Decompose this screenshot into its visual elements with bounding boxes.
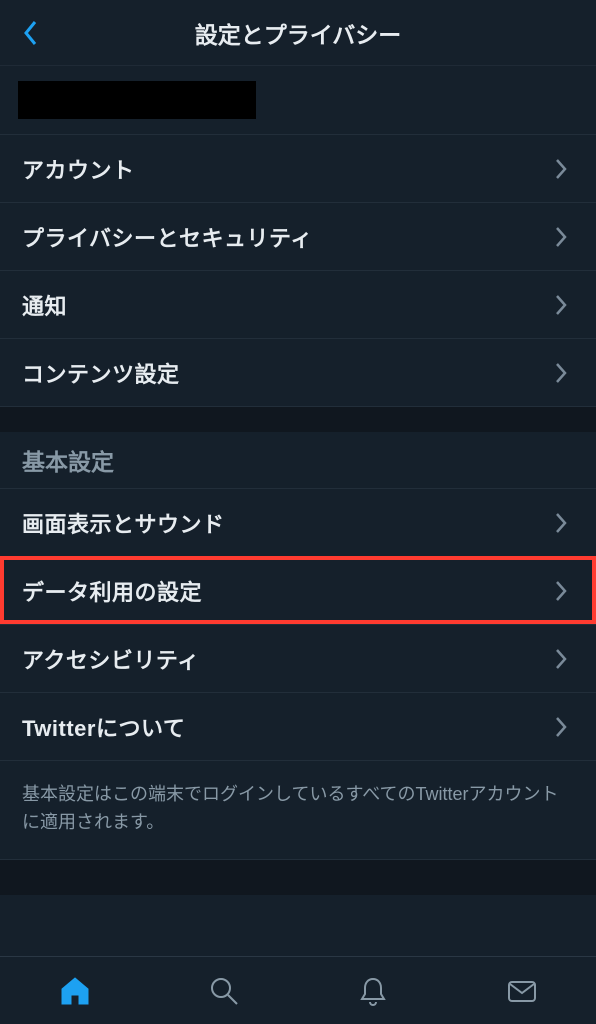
account-handle-redacted	[18, 81, 256, 119]
tab-home[interactable]	[0, 957, 149, 1024]
row-label: アカウント	[22, 153, 135, 185]
content-area: アカウント プライバシーとセキュリティ 通知 コンテンツ設定 基本設定 画面表示…	[0, 66, 596, 956]
row-display-sound[interactable]: 画面表示とサウンド	[0, 488, 596, 556]
chevron-right-icon	[554, 512, 568, 534]
row-label: データ利用の設定	[22, 575, 202, 607]
row-label: プライバシーとセキュリティ	[22, 221, 313, 253]
row-label: 通知	[22, 289, 67, 321]
account-handle-row[interactable]	[0, 66, 596, 134]
chevron-right-icon	[554, 294, 568, 316]
chevron-right-icon	[554, 226, 568, 248]
chevron-right-icon	[554, 362, 568, 384]
row-account[interactable]: アカウント	[0, 134, 596, 202]
chevron-right-icon	[554, 716, 568, 738]
tab-notifications[interactable]	[298, 957, 447, 1024]
mail-icon	[505, 974, 539, 1008]
chevron-left-icon	[22, 19, 40, 47]
row-label: 画面表示とサウンド	[22, 507, 225, 539]
page-title: 設定とプライバシー	[0, 16, 596, 50]
row-accessibility[interactable]: アクセシビリティ	[0, 624, 596, 692]
row-content-settings[interactable]: コンテンツ設定	[0, 338, 596, 406]
tab-messages[interactable]	[447, 957, 596, 1024]
back-button[interactable]	[14, 16, 48, 50]
home-icon	[58, 974, 92, 1008]
tab-search[interactable]	[149, 957, 298, 1024]
section-header-general: 基本設定	[0, 432, 596, 488]
search-icon	[207, 974, 241, 1008]
chevron-right-icon	[554, 580, 568, 602]
header: 設定とプライバシー	[0, 0, 596, 66]
tab-bar	[0, 956, 596, 1024]
row-label: アクセシビリティ	[22, 643, 200, 675]
chevron-right-icon	[554, 158, 568, 180]
chevron-right-icon	[554, 648, 568, 670]
general-footer-note: 基本設定はこの端末でログインしているすべてのTwitterアカウントに適用されま…	[0, 760, 596, 859]
row-about-twitter[interactable]: Twitterについて	[0, 692, 596, 760]
row-notifications[interactable]: 通知	[0, 270, 596, 338]
section-divider	[0, 406, 596, 432]
row-privacy-security[interactable]: プライバシーとセキュリティ	[0, 202, 596, 270]
row-data-usage[interactable]: データ利用の設定	[0, 556, 596, 624]
row-label: Twitterについて	[22, 711, 185, 743]
row-label: コンテンツ設定	[22, 357, 180, 389]
bell-icon	[356, 974, 390, 1008]
section-divider	[0, 859, 596, 895]
